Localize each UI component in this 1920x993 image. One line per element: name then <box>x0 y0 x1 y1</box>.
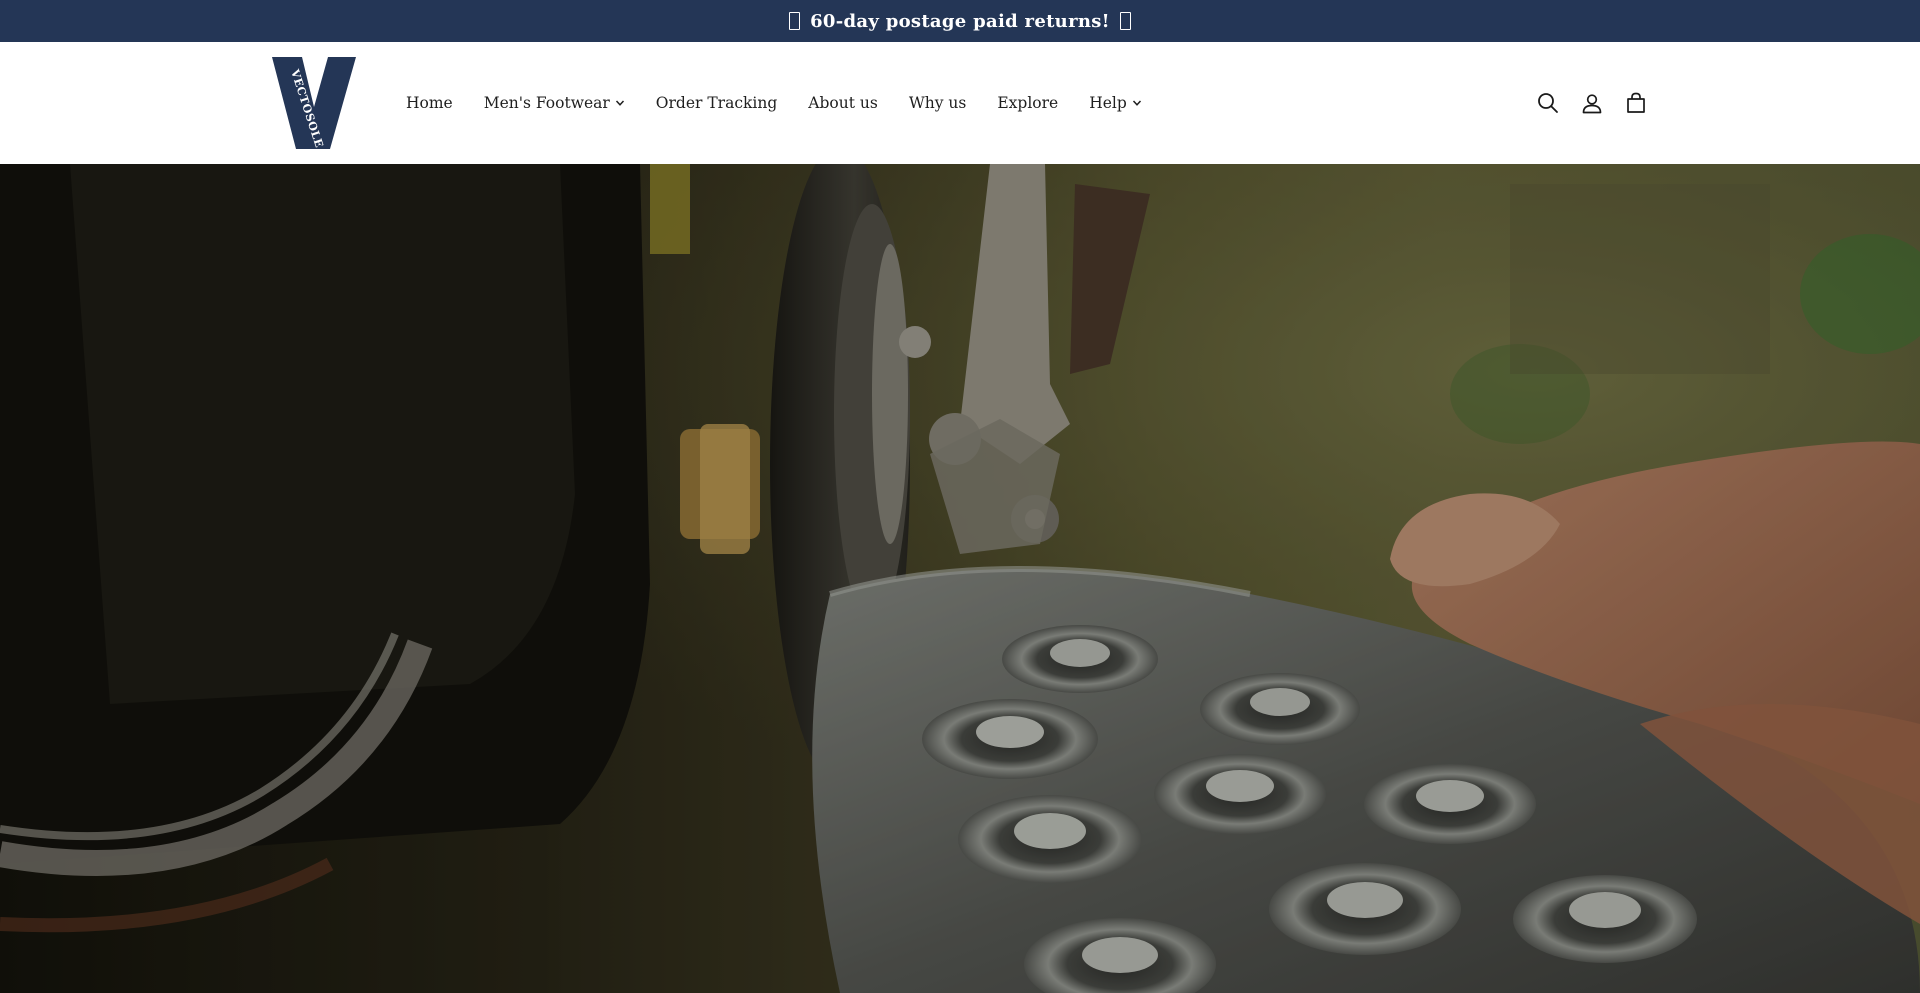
account-icon[interactable] <box>1580 91 1604 115</box>
main-nav: Home Men's Footwear Order Tracking About… <box>406 42 1142 164</box>
nav-explore[interactable]: Explore <box>997 94 1058 112</box>
cart-icon[interactable] <box>1624 91 1648 115</box>
nav-home-label: Home <box>406 94 453 112</box>
chevron-down-icon <box>615 100 624 106</box>
shoe-sole-machine-illustration <box>0 164 1920 993</box>
search-icon[interactable] <box>1536 91 1560 115</box>
nav-mens-footwear[interactable]: Men's Footwear <box>484 94 625 112</box>
announcement-text: 60-day postage paid returns! <box>810 10 1110 32</box>
nav-why-us-label: Why us <box>908 94 967 112</box>
nav-home[interactable]: Home <box>406 94 453 112</box>
chevron-right-icon[interactable] <box>1119 12 1131 30</box>
announcement-bar: 60-day postage paid returns! <box>0 0 1920 42</box>
nav-about-us-label: About us <box>808 94 878 112</box>
brand-logo[interactable]: VECTOSOLE <box>272 57 356 150</box>
nav-help[interactable]: Help <box>1089 94 1142 112</box>
nav-why-us[interactable]: Why us <box>909 94 967 112</box>
hero-image <box>0 164 1920 993</box>
nav-explore-label: Explore <box>997 94 1059 112</box>
nav-order-tracking-label: Order Tracking <box>655 94 778 112</box>
nav-mens-footwear-label: Men's Footwear <box>483 94 610 112</box>
nav-about-us[interactable]: About us <box>808 94 878 112</box>
nav-help-label: Help <box>1089 94 1127 112</box>
chevron-left-icon[interactable] <box>789 12 801 30</box>
site-header: VECTOSOLE Home Men's Footwear Order Trac… <box>0 42 1920 164</box>
header-icons <box>1536 88 1648 118</box>
chevron-down-icon <box>1132 100 1141 106</box>
nav-order-tracking[interactable]: Order Tracking <box>656 94 777 112</box>
